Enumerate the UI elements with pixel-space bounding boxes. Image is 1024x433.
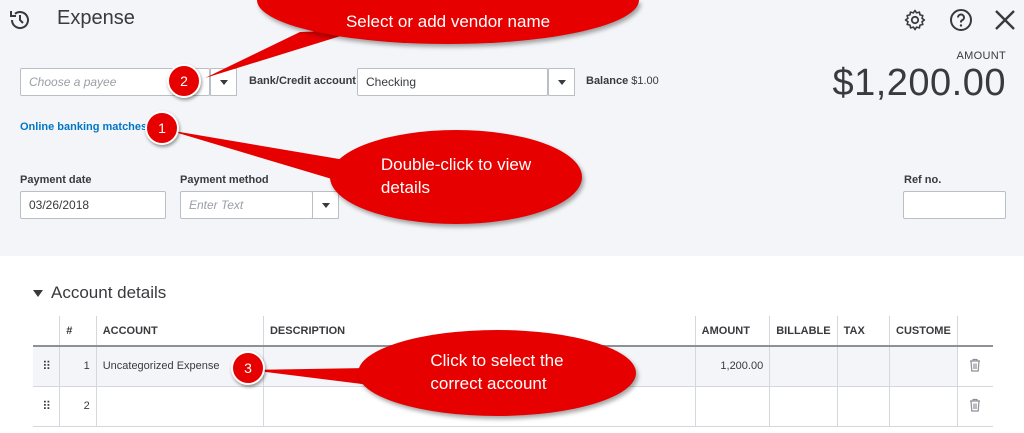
account-callout-text: Click to select the correct account [430, 350, 563, 396]
vendor-callout-text: Select or add vendor name [345, 11, 551, 31]
details-callout: Double-click to view details [330, 130, 582, 224]
step-badge-3: 3 [231, 351, 265, 385]
details-callout-text: Double-click to view details [381, 154, 531, 200]
account-callout-line-2: correct account [430, 374, 547, 393]
step-badge-1: 1 [145, 111, 179, 145]
step-badge-2: 2 [167, 64, 201, 98]
account-callout: Click to select the correct account [358, 330, 636, 416]
details-callout-line-1: Double-click to view [380, 155, 532, 175]
account-callout-line-1: Click to select the [430, 351, 564, 371]
details-callout-line-2: details [380, 178, 431, 197]
